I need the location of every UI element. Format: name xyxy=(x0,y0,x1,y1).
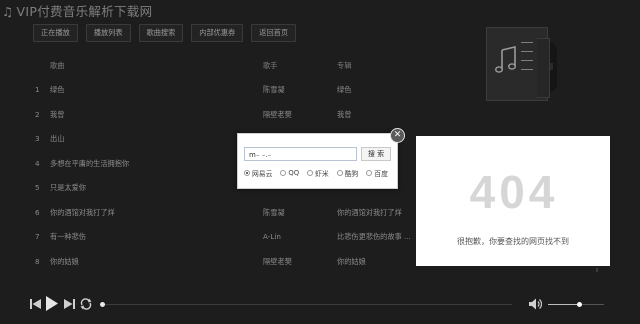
previous-track-icon[interactable] xyxy=(30,298,41,310)
tab-playlist[interactable]: 播放列表 xyxy=(85,24,131,42)
tab-bar: 正在播放 播放列表 歌曲搜索 内部优惠券 返回首页 xyxy=(33,24,297,42)
song-album: 我曾 xyxy=(337,109,352,119)
row-number: 5 xyxy=(35,183,40,192)
error-404-graphic: 404 xyxy=(470,172,559,212)
table-row[interactable]: 1 绿色 陈雪凝 绿色 xyxy=(0,78,460,103)
song-artist: A-Lin xyxy=(263,232,281,241)
table-header: 歌曲 歌手 专辑 xyxy=(0,54,460,78)
song-album: 你的酒馆对我打了烊 xyxy=(337,207,402,217)
header-artist: 歌手 xyxy=(263,61,278,70)
song-album: 绿色 xyxy=(337,85,352,94)
radio-dot xyxy=(307,170,314,176)
volume-icon[interactable] xyxy=(529,298,542,310)
scroll-marker xyxy=(596,268,598,272)
radio-dot xyxy=(366,170,373,176)
progress-knob[interactable] xyxy=(100,302,105,307)
radio-xiami[interactable]: 虾米 xyxy=(307,168,329,178)
radio-kugou[interactable]: 酷狗 xyxy=(336,168,358,178)
search-input[interactable]: m₋ ₋.₋ xyxy=(244,147,357,161)
volume-slider[interactable] xyxy=(548,302,604,307)
table-row[interactable]: 7 有一种悲伤 A-Lin 比悲伤更悲伤的故事 ... xyxy=(0,225,460,250)
radio-dot xyxy=(336,170,343,176)
song-title: 你的姑娘 xyxy=(50,256,79,266)
song-title: 只是太爱你 xyxy=(50,183,86,192)
song-artist: 隔壁老樊 xyxy=(263,109,292,119)
row-number: 2 xyxy=(35,109,40,119)
volume-knob[interactable] xyxy=(576,302,582,307)
app-title: VIP付费音乐解析下载网 xyxy=(16,4,153,19)
music-note-icon: ♫ xyxy=(2,4,14,19)
vinyl-disc xyxy=(549,42,557,92)
row-number: 7 xyxy=(35,232,40,241)
table-row[interactable]: 8 你的姑娘 隔壁老樊 你的姑娘 xyxy=(0,250,460,275)
tab-home[interactable]: 返回首页 xyxy=(251,24,297,42)
song-title: 出山 xyxy=(50,134,65,143)
play-icon[interactable] xyxy=(46,296,58,311)
row-number: 3 xyxy=(35,134,40,143)
song-title: 你的酒馆对我打了烊 xyxy=(50,207,115,217)
radio-dot xyxy=(244,170,250,176)
row-number: 1 xyxy=(35,85,40,94)
search-dialog: ✕ m₋ ₋.₋ 搜 索 网易云 QQ 虾米 酷狗 百度 xyxy=(237,128,405,189)
error-code: 404 xyxy=(470,172,559,212)
search-button[interactable]: 搜 索 xyxy=(361,147,391,161)
row-number: 4 xyxy=(35,158,40,168)
player-bar xyxy=(0,292,640,324)
album-cover xyxy=(486,27,557,101)
next-track-icon[interactable] xyxy=(64,298,75,310)
radio-dot xyxy=(280,170,287,176)
progress-bar[interactable] xyxy=(100,302,512,307)
app-logo: ♫ VIP付费音乐解析下载网 xyxy=(2,1,152,20)
song-artist: 陈雪凝 xyxy=(263,207,285,217)
table-row[interactable]: 2 我曾 隔壁老樊 我曾 xyxy=(0,103,460,128)
loop-icon[interactable] xyxy=(80,298,92,310)
song-album: 比悲伤更悲伤的故事 ... xyxy=(337,232,411,241)
header-title: 歌曲 xyxy=(50,61,65,70)
volume-fill xyxy=(548,304,579,305)
radio-baidu[interactable]: 百度 xyxy=(366,168,388,178)
close-icon[interactable]: ✕ xyxy=(390,128,405,143)
radio-qq[interactable]: QQ xyxy=(280,168,299,178)
song-artist: 陈雪凝 xyxy=(263,85,285,94)
error-panel: 404 很抱歉，你要查找的网页找不到 xyxy=(416,136,610,266)
table-row[interactable]: 6 你的酒馆对我打了烊 陈雪凝 你的酒馆对我打了烊 xyxy=(0,201,460,226)
tab-now-playing[interactable]: 正在播放 xyxy=(33,24,78,42)
song-album: 你的姑娘 xyxy=(337,256,366,266)
music-note-icon xyxy=(495,46,516,73)
song-title: 有一种悲伤 xyxy=(50,232,86,241)
tab-coupons[interactable]: 内部优惠券 xyxy=(191,24,244,42)
song-title: 绿色 xyxy=(50,85,65,94)
radio-netease[interactable]: 网易云 xyxy=(244,168,272,178)
song-artist: 隔壁老樊 xyxy=(263,256,292,266)
row-number: 8 xyxy=(35,256,40,266)
song-title: 多想在平庸的生活拥抱你 xyxy=(50,158,130,168)
row-number: 6 xyxy=(35,207,40,217)
source-radio-group: 网易云 QQ 虾米 酷狗 百度 xyxy=(244,168,388,178)
error-message: 很抱歉，你要查找的网页找不到 xyxy=(457,237,569,246)
song-title: 我曾 xyxy=(50,109,65,119)
header-album: 专辑 xyxy=(337,61,352,70)
tab-song-search[interactable]: 歌曲搜索 xyxy=(138,24,184,42)
